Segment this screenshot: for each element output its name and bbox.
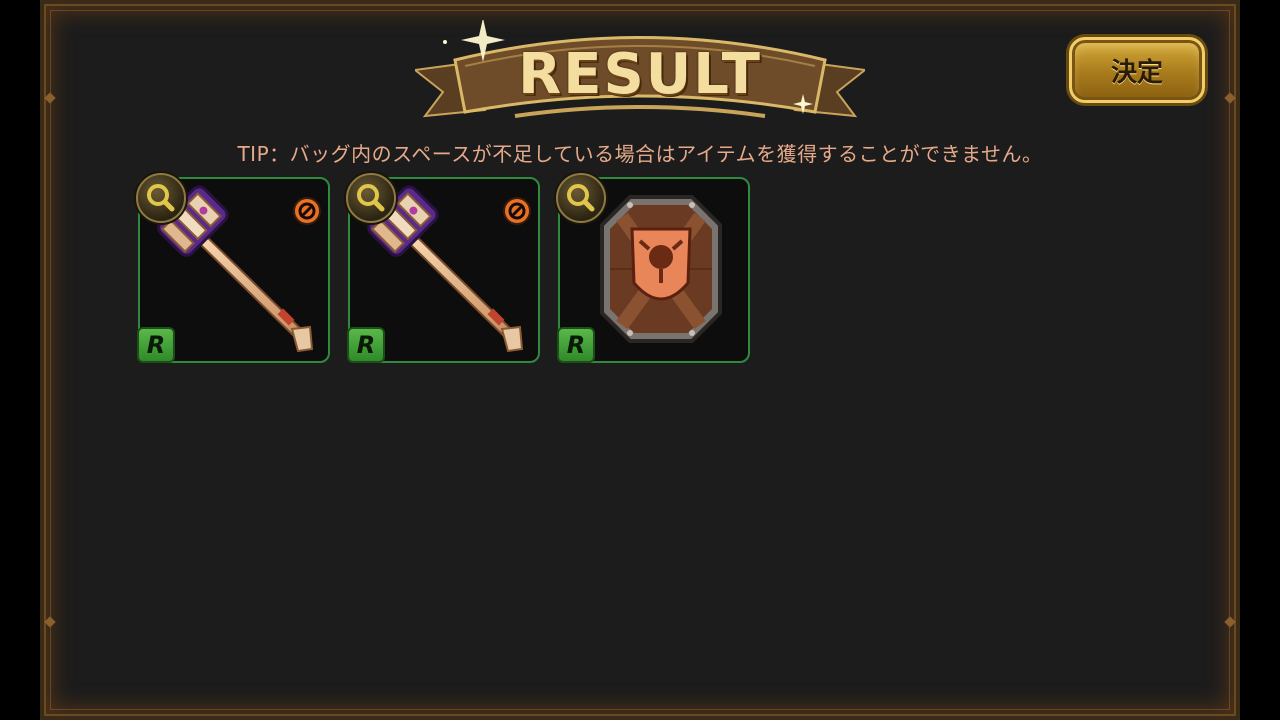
frame-ornament [1224, 616, 1236, 628]
frame-ornament [44, 616, 56, 628]
magnify-icon[interactable] [556, 173, 606, 223]
rarity-badge: R [137, 327, 175, 363]
confirm-button[interactable]: 決定 [1069, 37, 1205, 103]
rarity-badge: R [557, 327, 595, 363]
magnify-icon[interactable] [136, 173, 186, 223]
result-title-banner: RESULT [415, 20, 865, 130]
tip-message: TIP：バッグ内のスペースが不足している場合はアイテムを獲得することができません… [237, 142, 1043, 166]
reward-item-staff[interactable]: R [136, 173, 330, 363]
rarity-label: R [146, 331, 166, 359]
rarity-badge: R [347, 327, 385, 363]
frame-ornament [1224, 92, 1236, 104]
forbidden-icon [293, 197, 321, 225]
frame-ornament [44, 92, 56, 104]
result-title: RESULT [518, 42, 762, 107]
forbidden-icon [503, 197, 531, 225]
rarity-label: R [566, 331, 586, 359]
rarity-label: R [356, 331, 376, 359]
confirm-button-label: 決定 [1110, 57, 1163, 88]
magnify-icon[interactable] [346, 173, 396, 223]
reward-item-staff[interactable]: R [346, 173, 540, 363]
reward-item-shield[interactable]: R [556, 173, 750, 363]
